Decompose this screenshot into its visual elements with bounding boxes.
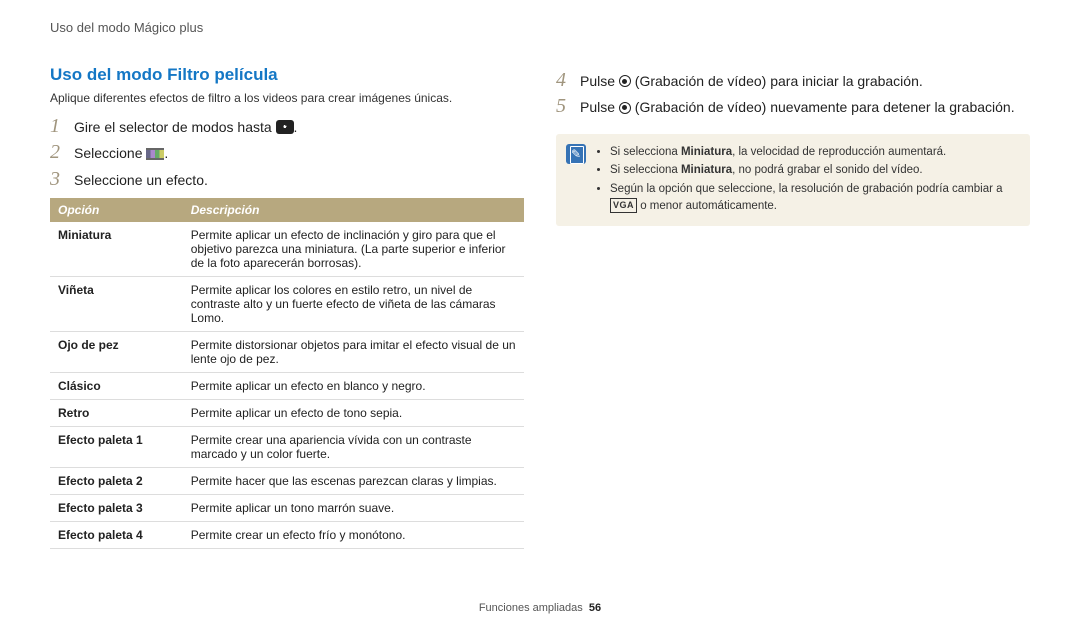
record-icon xyxy=(619,102,631,114)
step-text-post: . xyxy=(164,145,168,161)
note-text: Si selecciona xyxy=(610,146,681,158)
note-text: o menor automáticamente. xyxy=(637,200,777,212)
option-description: Permite distorsionar objetos para imitar… xyxy=(183,331,524,372)
table-row: Efecto paleta 1Permite crear una aparien… xyxy=(50,426,524,467)
option-name: Retro xyxy=(50,399,183,426)
step-text: Pulse (Grabación de vídeo) nuevamente pa… xyxy=(580,95,1015,117)
option-name: Viñeta xyxy=(50,276,183,331)
table-row: ClásicoPermite aplicar un efecto en blan… xyxy=(50,372,524,399)
footer-page-number: 56 xyxy=(589,602,601,614)
note-text: , no podrá grabar el sonido del vídeo. xyxy=(732,164,923,176)
step-number: 5 xyxy=(556,95,572,117)
option-name: Efecto paleta 4 xyxy=(50,521,183,548)
table-row: Efecto paleta 3Permite aplicar un tono m… xyxy=(50,494,524,521)
option-description: Permite aplicar los colores en estilo re… xyxy=(183,276,524,331)
table-row: Ojo de pezPermite distorsionar objetos p… xyxy=(50,331,524,372)
option-description: Permite crear una apariencia vívida con … xyxy=(183,426,524,467)
breadcrumb: Uso del modo Mágico plus xyxy=(50,20,1030,35)
table-row: Efecto paleta 2Permite hacer que las esc… xyxy=(50,467,524,494)
section-title: Uso del modo Filtro película xyxy=(50,65,524,85)
note-item: Si selecciona Miniatura, la velocidad de… xyxy=(610,144,1018,161)
option-name: Ojo de pez xyxy=(50,331,183,372)
step-text-pre: Seleccione xyxy=(74,145,146,161)
options-table: Opción Descripción MiniaturaPermite apli… xyxy=(50,198,524,549)
option-name: Efecto paleta 3 xyxy=(50,494,183,521)
option-name: Miniatura xyxy=(50,222,183,277)
table-row: RetroPermite aplicar un efecto de tono s… xyxy=(50,399,524,426)
table-row: MiniaturaPermite aplicar un efecto de in… xyxy=(50,222,524,277)
note-bold: Miniatura xyxy=(681,146,732,158)
steps-left: 1 Gire el selector de modos hasta . 2 Se… xyxy=(50,115,524,190)
step-text-post: (Grabación de vídeo) nuevamente para det… xyxy=(631,99,1015,115)
step-text-post: . xyxy=(294,119,298,135)
step-number: 3 xyxy=(50,168,66,190)
record-icon xyxy=(619,75,631,87)
option-name: Clásico xyxy=(50,372,183,399)
step-text-pre: Pulse xyxy=(580,99,619,115)
footer-label: Funciones ampliadas xyxy=(479,602,583,614)
option-name: Efecto paleta 2 xyxy=(50,467,183,494)
table-row: ViñetaPermite aplicar los colores en est… xyxy=(50,276,524,331)
option-description: Permite hacer que las escenas parezcan c… xyxy=(183,467,524,494)
note-text: Si selecciona xyxy=(610,164,681,176)
note-icon xyxy=(566,144,586,164)
vga-label: VGA xyxy=(610,198,637,213)
table-header-description: Descripción xyxy=(183,198,524,222)
steps-right: 4 Pulse (Grabación de vídeo) para inicia… xyxy=(556,69,1030,118)
step-text: Pulse (Grabación de vídeo) para iniciar … xyxy=(580,69,923,91)
note-item: Según la opción que seleccione, la resol… xyxy=(610,181,1018,214)
note-box: Si selecciona Miniatura, la velocidad de… xyxy=(556,134,1030,227)
step-text-pre: Gire el selector de modos hasta xyxy=(74,119,276,135)
mode-dial-icon xyxy=(276,120,294,134)
table-header-option: Opción xyxy=(50,198,183,222)
step-text: Seleccione un efecto. xyxy=(74,168,208,190)
option-description: Permite aplicar un efecto en blanco y ne… xyxy=(183,372,524,399)
option-description: Permite aplicar un tono marrón suave. xyxy=(183,494,524,521)
left-column: Uso del modo Filtro película Aplique dif… xyxy=(50,65,524,549)
option-name: Efecto paleta 1 xyxy=(50,426,183,467)
option-description: Permite crear un efecto frío y monótono. xyxy=(183,521,524,548)
right-column: 4 Pulse (Grabación de vídeo) para inicia… xyxy=(556,65,1030,549)
step-text: Gire el selector de modos hasta . xyxy=(74,115,297,137)
note-bold: Miniatura xyxy=(681,164,732,176)
intro-text: Aplique diferentes efectos de filtro a l… xyxy=(50,91,524,105)
step-number: 2 xyxy=(50,141,66,163)
film-filter-icon xyxy=(146,148,164,160)
step-text: Seleccione . xyxy=(74,141,168,163)
option-description: Permite aplicar un efecto de inclinación… xyxy=(183,222,524,277)
note-text: Según la opción que seleccione, la resol… xyxy=(610,183,1003,195)
step-number: 1 xyxy=(50,115,66,137)
page-footer: Funciones ampliadas 56 xyxy=(0,602,1080,614)
table-row: Efecto paleta 4Permite crear un efecto f… xyxy=(50,521,524,548)
step-number: 4 xyxy=(556,69,572,91)
note-text: , la velocidad de reproducción aumentará… xyxy=(732,146,946,158)
step-text-pre: Pulse xyxy=(580,73,619,89)
option-description: Permite aplicar un efecto de tono sepia. xyxy=(183,399,524,426)
step-text-post: (Grabación de vídeo) para iniciar la gra… xyxy=(631,73,923,89)
note-item: Si selecciona Miniatura, no podrá grabar… xyxy=(610,162,1018,179)
note-list: Si selecciona Miniatura, la velocidad de… xyxy=(596,144,1018,217)
